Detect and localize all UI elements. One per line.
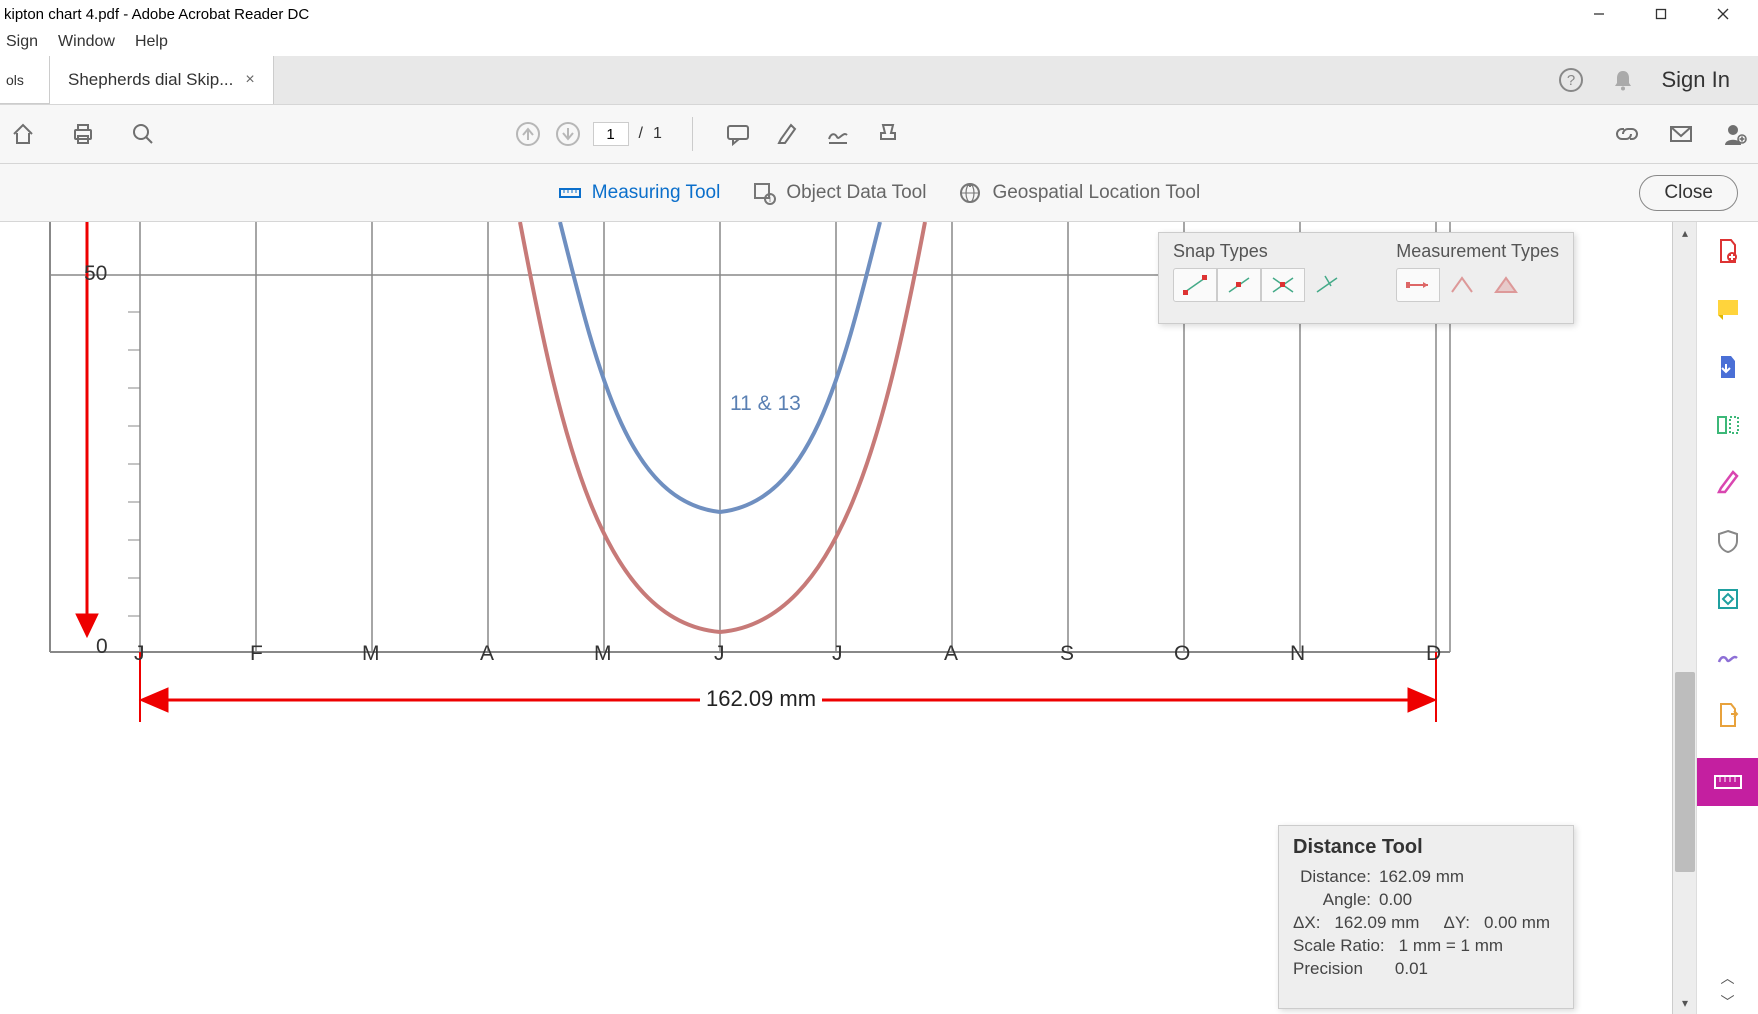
x-tick-S: S — [1060, 642, 1074, 666]
home-icon[interactable] — [8, 119, 38, 149]
geospatial-tool-label: Geospatial Location Tool — [992, 182, 1200, 204]
vertical-scrollbar[interactable]: ▴ ▾ — [1672, 222, 1696, 1014]
angle-label: Angle: — [1293, 890, 1371, 910]
scale-value: 1 mm = 1 mm — [1399, 936, 1503, 956]
snap-types-title: Snap Types — [1173, 241, 1349, 262]
measuring-tool-tab[interactable]: Measuring Tool — [558, 181, 721, 205]
window-maximize-button[interactable] — [1630, 0, 1692, 28]
measure-tool-icon[interactable] — [1697, 758, 1758, 806]
x-tick-M2: M — [594, 642, 612, 666]
sticky-note-icon[interactable] — [1713, 294, 1743, 324]
precision-label: Precision — [1293, 959, 1363, 979]
page-current-input[interactable] — [593, 122, 629, 146]
sign-tool-icon[interactable] — [823, 119, 853, 149]
highlight-icon[interactable] — [773, 119, 803, 149]
window-close-button[interactable] — [1692, 0, 1754, 28]
dy-value: 0.00 mm — [1484, 913, 1550, 933]
distance-tool-panel: Distance Tool Distance: 162.09 mm Angle: 0… — [1278, 825, 1574, 1009]
meas-perimeter-button[interactable] — [1440, 268, 1484, 302]
add-person-icon[interactable] — [1720, 119, 1750, 149]
snap-midpoint-button[interactable] — [1217, 268, 1261, 302]
fill-sign-icon[interactable] — [1713, 642, 1743, 672]
print-icon[interactable] — [68, 119, 98, 149]
x-tick-J2: J — [714, 642, 725, 666]
organize-icon[interactable] — [1713, 410, 1743, 440]
dy-label: ΔY: — [1443, 913, 1469, 933]
bell-icon[interactable] — [1610, 67, 1636, 93]
zoom-icon[interactable] — [128, 119, 158, 149]
geospatial-tool-tab[interactable]: Geospatial Location Tool — [958, 181, 1200, 205]
snap-types-panel[interactable]: Snap Types Measurement Types — [1158, 232, 1574, 324]
page-down-icon[interactable] — [553, 119, 583, 149]
page-up-icon[interactable] — [513, 119, 543, 149]
optimize-icon[interactable] — [1713, 584, 1743, 614]
scale-label: Scale Ratio: — [1293, 936, 1385, 956]
comment-icon[interactable] — [723, 119, 753, 149]
tab-active[interactable]: Shepherds dial Skip... × — [50, 56, 274, 104]
svg-text:?: ? — [1566, 72, 1574, 89]
right-strip-up-icon[interactable]: ︿ — [1697, 966, 1758, 990]
stamp-icon[interactable] — [873, 119, 903, 149]
export-pdf-icon[interactable] — [1713, 352, 1743, 382]
right-strip-down-icon[interactable]: ﹀ — [1697, 990, 1758, 1014]
meas-distance-button[interactable] — [1396, 268, 1440, 302]
x-tick-A1: A — [480, 642, 494, 666]
measuring-tool-label: Measuring Tool — [592, 182, 721, 204]
convert-icon[interactable] — [1713, 700, 1743, 730]
x-tick-J3: J — [832, 642, 843, 666]
tab-label: Shepherds dial Skip... — [68, 70, 233, 90]
tab-partial[interactable]: ols — [0, 56, 50, 104]
measurement-types-title: Measurement Types — [1396, 241, 1559, 262]
scroll-down-icon[interactable]: ▾ — [1673, 992, 1697, 1014]
menu-help[interactable]: Help — [135, 33, 168, 51]
distance-label: Distance: — [1293, 867, 1371, 887]
x-tick-J: J — [134, 642, 145, 666]
y-tick-0: 0 — [96, 635, 108, 659]
x-tick-N: N — [1290, 642, 1305, 666]
distance-tool-title: Distance Tool — [1293, 836, 1559, 859]
x-tick-F: F — [250, 642, 263, 666]
angle-value: 0.00 — [1379, 890, 1412, 910]
menu-window[interactable]: Window — [58, 33, 115, 51]
x-tick-O: O — [1174, 642, 1190, 666]
scroll-up-icon[interactable]: ▴ — [1673, 222, 1697, 244]
precision-value: 0.01 — [1395, 959, 1428, 979]
x-tick-A2: A — [944, 642, 958, 666]
link-icon[interactable] — [1612, 119, 1642, 149]
dx-label: ΔX: — [1293, 913, 1320, 933]
y-tick-50: 50 — [84, 262, 107, 286]
measurement-label: 162.09 mm — [700, 686, 822, 712]
sign-in-link[interactable]: Sign In — [1662, 67, 1731, 93]
object-data-tool-tab[interactable]: i Object Data Tool — [752, 181, 926, 205]
tab-close-icon[interactable]: × — [245, 71, 254, 89]
dx-value: 162.09 mm — [1334, 913, 1419, 933]
page-separator: / — [639, 125, 643, 143]
snap-endpoint-button[interactable] — [1173, 268, 1217, 302]
menu-sign[interactable]: Sign — [6, 33, 38, 51]
create-pdf-icon[interactable] — [1713, 236, 1743, 266]
scroll-thumb[interactable] — [1675, 672, 1695, 872]
close-measure-button[interactable]: Close — [1639, 175, 1738, 211]
mail-icon[interactable] — [1666, 119, 1696, 149]
svg-text:i: i — [769, 194, 771, 204]
meas-area-button[interactable] — [1484, 268, 1528, 302]
snap-intersect-button[interactable] — [1261, 268, 1305, 302]
x-tick-D: D — [1426, 642, 1441, 666]
window-minimize-button[interactable] — [1568, 0, 1630, 28]
protect-icon[interactable] — [1713, 526, 1743, 556]
toolbar-divider — [692, 117, 693, 151]
window-title: kipton chart 4.pdf - Adobe Acrobat Reade… — [4, 6, 309, 23]
snap-perpendicular-button[interactable] — [1305, 268, 1349, 302]
edit-pdf-icon[interactable] — [1713, 468, 1743, 498]
x-tick-M1: M — [362, 642, 380, 666]
curve-annotation: 11 & 13 — [730, 392, 801, 416]
object-data-tool-label: Object Data Tool — [786, 182, 926, 204]
help-icon[interactable]: ? — [1558, 67, 1584, 93]
right-tools-strip: ︿ ﹀ — [1696, 222, 1758, 1014]
page-total: 1 — [653, 125, 662, 143]
distance-value: 162.09 mm — [1379, 867, 1464, 887]
